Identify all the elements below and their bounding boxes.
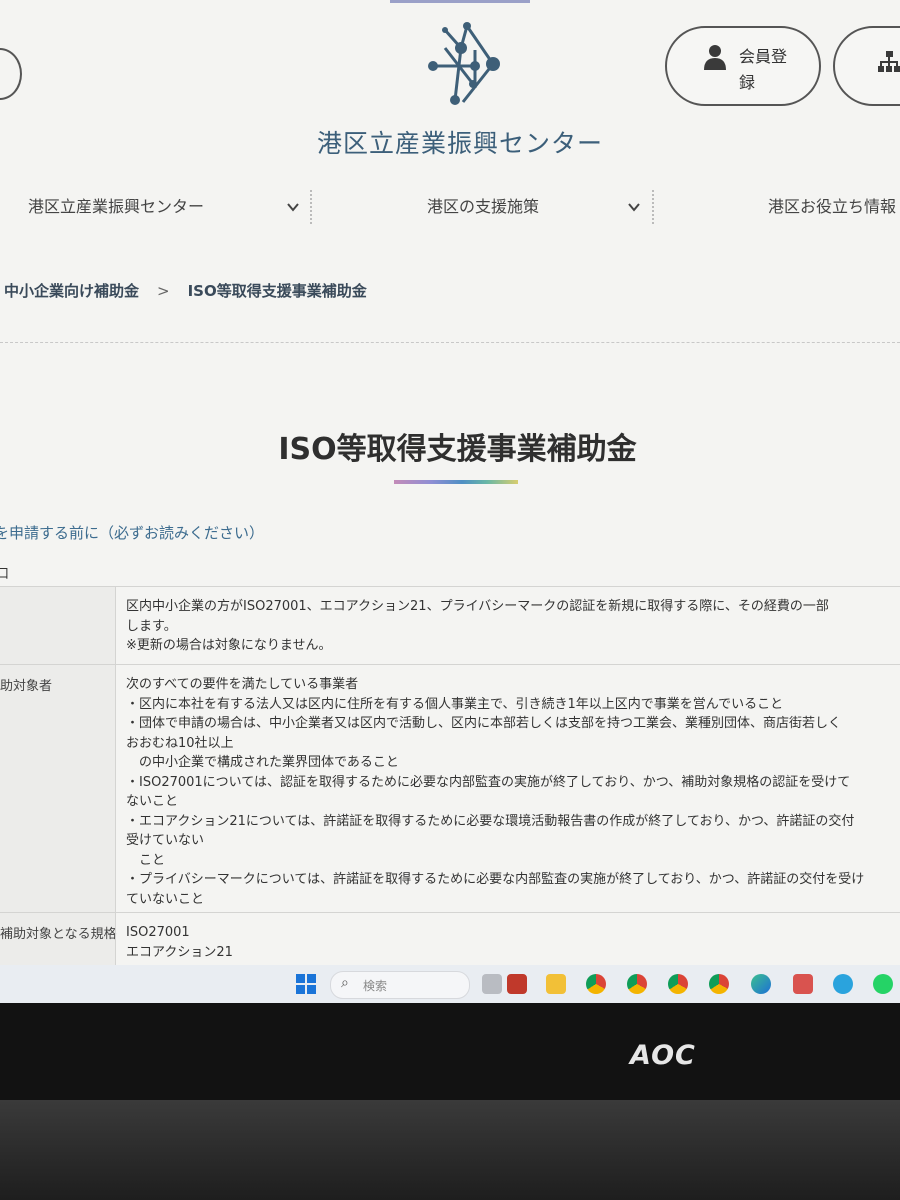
row-line: の中小企業で構成された業界団体であること	[126, 755, 399, 770]
windows-start-icon[interactable]	[296, 974, 316, 994]
chrome-icon[interactable]	[668, 974, 688, 994]
table-row: 助対象者 次のすべての要件を満たしている事業者 ・区内に本社を有する法人又は区内…	[0, 664, 900, 913]
site-title[interactable]: 港区立産業振興センター	[0, 124, 900, 160]
breadcrumb-parent-link[interactable]: 中小企業向け補助金	[4, 282, 139, 300]
sitemap-icon	[878, 51, 900, 72]
sitemap-button[interactable]	[833, 26, 900, 106]
top-accent-line	[390, 0, 530, 3]
person-icon	[704, 45, 726, 70]
taskview-icon[interactable]	[482, 974, 502, 994]
row-line: こと	[126, 852, 166, 868]
table-row: 区内中小企業の方がISO27001、エコアクション21、プライバシーマークの認証…	[0, 586, 900, 665]
row-line: 受けていない	[126, 833, 205, 848]
browser-viewport: 港区立産業振興センター 会員登録 港区立産業振興センター 港区の支援施策 港区お…	[0, 0, 900, 965]
search-icon: ⌕	[341, 975, 349, 991]
gnav-item-info[interactable]: 港区お役立ち情報	[768, 186, 896, 228]
page-title: ISO等取得支援事業補助金	[278, 432, 637, 467]
breadcrumb-separator: >	[157, 282, 170, 300]
row-line: ていないこと	[126, 891, 205, 907]
row-line: ※更新の場合は対象になりません。	[126, 638, 332, 653]
row-line: ISO27001	[126, 925, 190, 940]
row-line: ・エコアクション21については、許諾証を取得するために必要な環境活動報告書の作成…	[126, 813, 855, 829]
row-line: します。	[126, 618, 177, 634]
monitor-bezel	[0, 1003, 900, 1100]
row-line: 次のすべての要件を満たしている事業者	[126, 677, 359, 692]
gnav-item-center[interactable]: 港区立産業振興センター	[28, 186, 204, 228]
row-line: おおむね10社以上	[126, 735, 234, 751]
whatsapp-icon[interactable]	[873, 974, 893, 994]
row-line: ・区内に本社を有する法人又は区内に住所を有する個人事業主で、引き続き1年以上区内…	[126, 696, 784, 712]
divider	[0, 342, 900, 343]
chrome-icon[interactable]	[586, 974, 606, 994]
row-head: 補助対象となる規格	[0, 913, 117, 965]
row-body: 区内中小企業の方がISO27001、エコアクション21、プライバシーマークの認証…	[115, 587, 900, 665]
nav-divider	[310, 190, 312, 224]
row-line: エコアクション21	[126, 944, 233, 960]
member-register-button[interactable]: 会員登録	[665, 26, 821, 106]
row-line: 区内中小企業の方がISO27001、エコアクション21、プライバシーマークの認証…	[126, 599, 829, 614]
nav-divider	[652, 190, 654, 224]
row-line: ないこと	[126, 794, 179, 809]
notice-link[interactable]: を申請する前に（必ずお読みください）	[0, 522, 264, 543]
chrome-icon[interactable]	[627, 974, 647, 994]
row-line: ・プライバシーマークについては、許諾証を取得するために必要な内部監査の実施が終了…	[126, 872, 865, 887]
row-body: 次のすべての要件を満たしている事業者 ・区内に本社を有する法人又は区内に住所を有…	[115, 665, 900, 913]
briefcase-icon[interactable]	[507, 974, 527, 994]
title-underline	[394, 480, 518, 484]
chevron-down-icon[interactable]	[627, 200, 641, 214]
monitor-brand-logo: AOC	[630, 1040, 696, 1071]
row-body: ISO27001 エコアクション21	[115, 913, 900, 965]
edge-icon[interactable]	[751, 974, 771, 994]
row-line: ・ISO27001については、認証を取得するために必要な内部監査の実施が終了して…	[126, 774, 851, 790]
breadcrumb: 中小企業向け補助金 > ISO等取得支援事業補助金	[4, 280, 367, 301]
search-placeholder: 検索	[363, 979, 388, 993]
chevron-down-icon[interactable]	[286, 200, 300, 214]
menu-button[interactable]	[0, 48, 22, 100]
row-head: 助対象者	[0, 665, 115, 913]
gnav-item-support[interactable]: 港区の支援施策	[427, 186, 539, 228]
row-head	[0, 587, 115, 665]
desk-background	[0, 1100, 900, 1200]
global-nav: 港区立産業振興センター 港区の支援施策 港区お役立ち情報	[0, 186, 900, 228]
telegram-icon[interactable]	[833, 974, 853, 994]
taskbar-search[interactable]: ⌕ 検索	[330, 971, 470, 999]
table-row: 補助対象となる規格 ISO27001 エコアクション21	[0, 912, 900, 965]
app-icon[interactable]	[793, 974, 813, 994]
folder-icon[interactable]	[546, 974, 566, 994]
taskbar: ⌕ 検索	[0, 965, 900, 1003]
chrome-icon[interactable]	[709, 974, 729, 994]
row-line: ・団体で申請の場合は、中小企業者又は区内で活動し、区内に本部若しくは支部を持つ工…	[126, 716, 842, 731]
breadcrumb-current: ISO等取得支援事業補助金	[187, 282, 367, 300]
logo-icon[interactable]	[415, 18, 510, 113]
section-mark: 口	[0, 567, 10, 582]
member-register-label: 会員登録	[739, 47, 788, 92]
